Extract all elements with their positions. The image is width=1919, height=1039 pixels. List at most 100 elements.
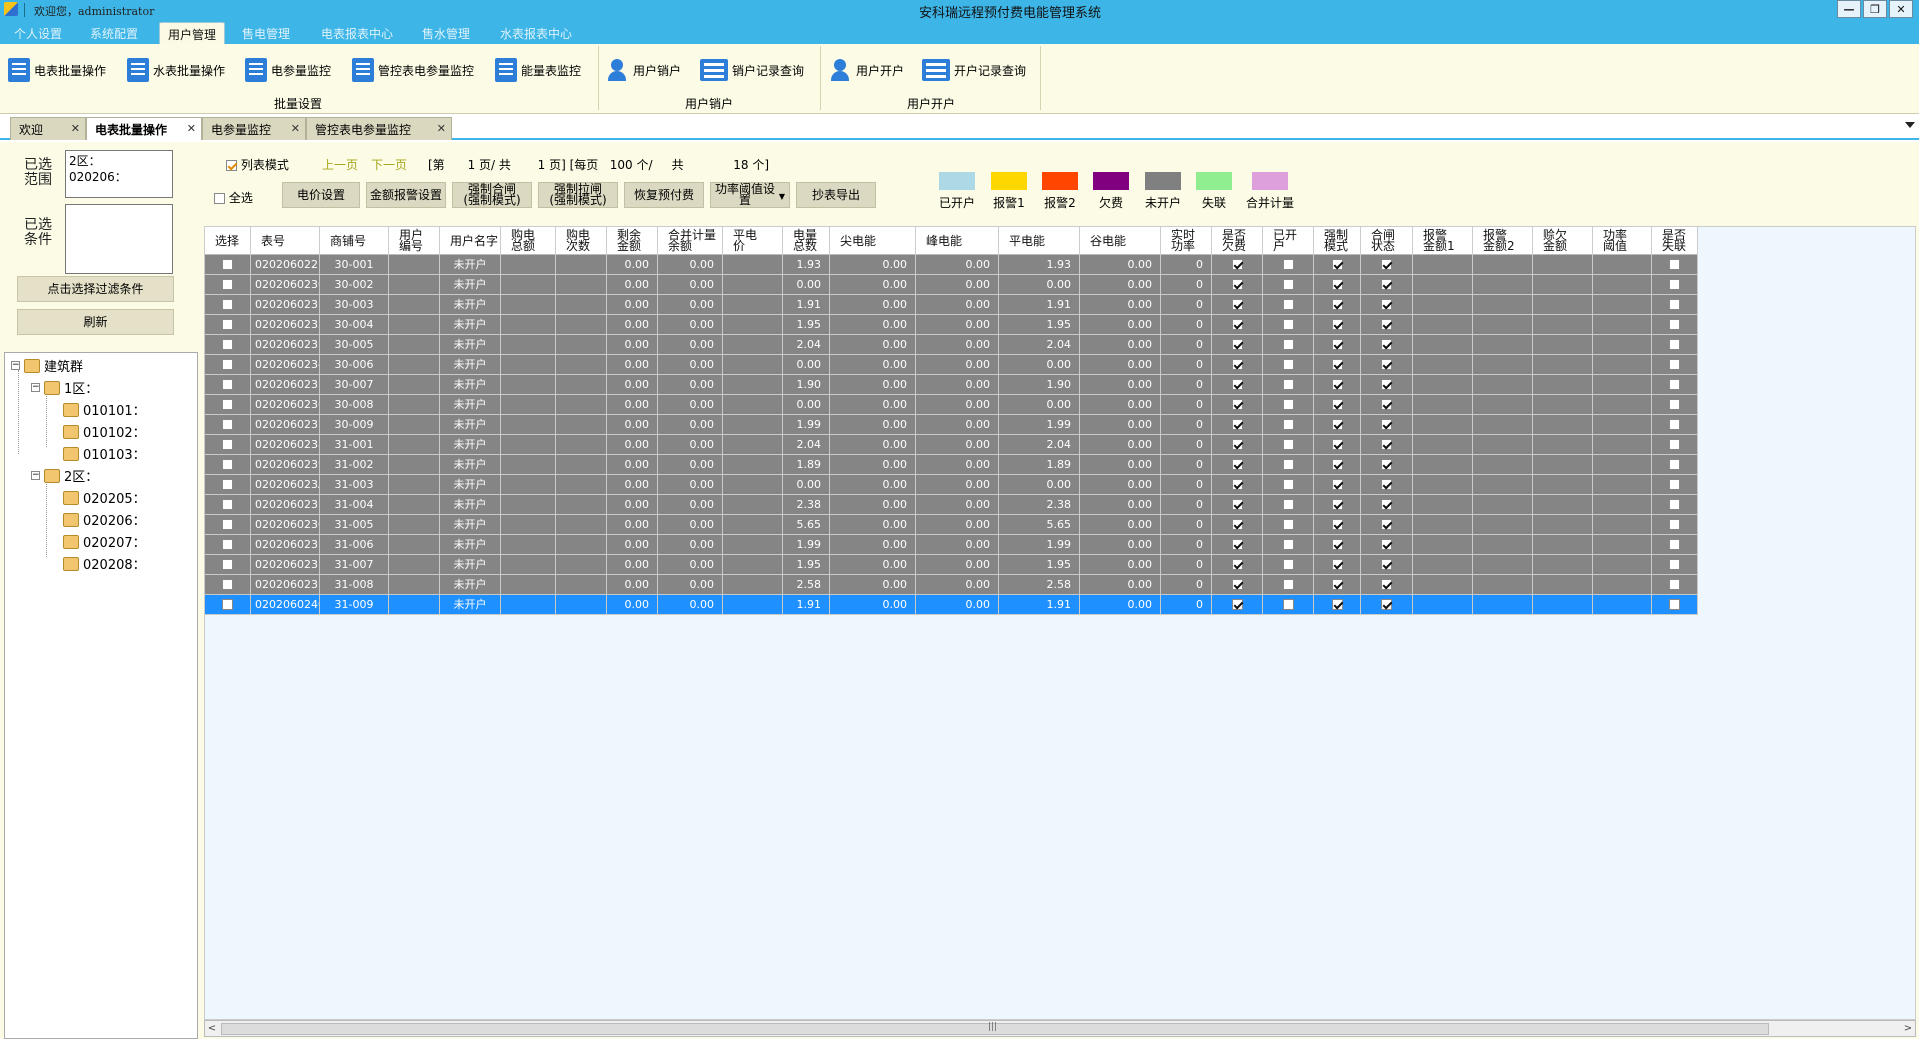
row-select-checkbox[interactable] <box>222 278 233 290</box>
doc-tab-param-monitor[interactable]: 电参量监控 ✕ <box>202 117 306 140</box>
table-row[interactable]: 0202060240 31-009 未开户 0.00 0.00 1.91 0.00 0.00 1… <box>205 595 1698 615</box>
row-select-checkbox[interactable] <box>222 318 233 330</box>
column-header[interactable]: 峰电能 <box>916 227 999 255</box>
price-setting-button[interactable]: 电价设置 <box>282 182 360 208</box>
table-row[interactable]: 0202060234 30-006 未开户 0.00 0.00 0.00 0.00 0.00 0… <box>205 355 1698 375</box>
column-header[interactable]: 购电 总额 <box>501 227 556 255</box>
column-header[interactable]: 平电 价 <box>723 227 783 255</box>
scroll-left-icon[interactable]: < <box>205 1021 219 1036</box>
tree-node-zone2[interactable]: − 2区： <box>31 466 98 485</box>
menu-tab-power-sales[interactable]: 售电管理 <box>234 22 298 44</box>
row-select-checkbox[interactable] <box>222 378 233 390</box>
row-select-checkbox[interactable] <box>222 418 233 430</box>
row-select-checkbox[interactable] <box>222 598 233 610</box>
menu-tab-water-reports[interactable]: 水表报表中心 <box>492 22 580 44</box>
doc-tab-control-meter-monitor[interactable]: 管控表电参量监控 ✕ <box>306 117 452 140</box>
tree-node-020208[interactable]: 020208： <box>63 554 146 573</box>
column-header[interactable]: 选择 <box>205 227 251 255</box>
select-all-toggle[interactable]: 全选 <box>214 189 253 206</box>
meter-reading-export-button[interactable]: 抄表导出 <box>796 182 876 208</box>
table-row[interactable]: 020206023D 31-006 未开户 0.00 0.00 1.99 0.00 0.00 1… <box>205 535 1698 555</box>
force-close-button[interactable]: 强制合闸 (强制模式) <box>452 182 532 208</box>
column-header[interactable]: 用户名字 <box>440 227 501 255</box>
scroll-right-icon[interactable]: > <box>1901 1021 1915 1036</box>
amount-alarm-setting-button[interactable]: 金额报警设置 <box>366 182 446 208</box>
column-header[interactable]: 购电 次数 <box>556 227 607 255</box>
tree-node-010102[interactable]: 010102： <box>63 422 146 441</box>
menu-tab-user-management[interactable]: 用户管理 <box>159 22 226 44</box>
meter-batch-button[interactable]: 电表批量操作 <box>8 57 106 83</box>
row-select-checkbox[interactable] <box>222 298 233 310</box>
open-records-button[interactable]: 开户记录查询 <box>922 57 1026 83</box>
table-row[interactable]: 020206023E 31-007 未开户 0.00 0.00 1.95 0.00 0.00 1… <box>205 555 1698 575</box>
tree-node-zone1[interactable]: − 1区： <box>31 378 98 397</box>
row-select-checkbox[interactable] <box>222 558 233 570</box>
column-header[interactable]: 实时 功率 <box>1161 227 1212 255</box>
select-all-checkbox[interactable] <box>214 193 225 204</box>
list-mode-toggle[interactable]: 列表模式 <box>226 156 289 173</box>
table-row[interactable]: 020206023F 31-008 未开户 0.00 0.00 2.58 0.00 0.00 2… <box>205 575 1698 595</box>
column-header[interactable]: 尖电能 <box>830 227 916 255</box>
tree-node-root[interactable]: − 建筑群 <box>11 356 83 375</box>
menu-tab-water-sales[interactable]: 售水管理 <box>414 22 478 44</box>
restore-prepaid-button[interactable]: 恢复预付费 <box>624 182 704 208</box>
collapse-icon[interactable]: − <box>11 361 20 370</box>
energy-monitor-button[interactable]: 能量表监控 <box>495 57 581 83</box>
row-select-checkbox[interactable] <box>222 478 233 490</box>
water-batch-button[interactable]: 水表批量操作 <box>127 57 225 83</box>
table-row[interactable]: 0202060233 30-005 未开户 0.00 0.00 2.04 0.00 0.00 2… <box>205 335 1698 355</box>
column-header[interactable]: 商铺号 <box>320 227 389 255</box>
filter-conditions-button[interactable]: 点击选择过滤条件 <box>17 276 174 302</box>
close-icon[interactable]: ✕ <box>1889 0 1913 18</box>
column-header[interactable]: 谷电能 <box>1080 227 1161 255</box>
column-header[interactable]: 赊欠 金额 <box>1533 227 1593 255</box>
table-row[interactable]: 0202060232 30-004 未开户 0.00 0.00 1.95 0.00 0.00 1… <box>205 315 1698 335</box>
table-row[interactable]: 0202060239 31-002 未开户 0.00 0.00 1.89 0.00 0.00 1… <box>205 455 1698 475</box>
row-select-checkbox[interactable] <box>222 538 233 550</box>
prev-page-link[interactable]: 上一页 <box>322 156 358 173</box>
minimize-icon[interactable]: — <box>1837 0 1861 18</box>
table-row[interactable]: 020206023B 31-004 未开户 0.00 0.00 2.38 0.00 0.00 2… <box>205 495 1698 515</box>
table-row[interactable]: 0202060236 30-008 未开户 0.00 0.00 0.00 0.00 0.00 0… <box>205 395 1698 415</box>
tree-node-020205[interactable]: 020205： <box>63 488 146 507</box>
table-row[interactable]: 020206023A 31-003 未开户 0.00 0.00 0.00 0.00 0.00 0… <box>205 475 1698 495</box>
doc-tab-meter-batch[interactable]: 电表批量操作 ✕ <box>86 117 202 140</box>
row-select-checkbox[interactable] <box>222 438 233 450</box>
cancel-account-button[interactable]: 用户销户 <box>607 57 681 83</box>
control-meter-monitor-button[interactable]: 管控表电参量监控 <box>352 57 474 83</box>
column-header[interactable]: 是否 欠费 <box>1212 227 1263 255</box>
power-threshold-button[interactable]: 功率阈值设 置 ▼ <box>710 182 790 208</box>
collapse-icon[interactable]: − <box>31 471 40 480</box>
table-row[interactable]: 0202060231 30-003 未开户 0.00 0.00 1.91 0.00 0.00 1… <box>205 295 1698 315</box>
open-account-button[interactable]: 用户开户 <box>830 57 904 83</box>
next-page-link[interactable]: 下一页 <box>371 156 407 173</box>
close-tab-icon[interactable]: ✕ <box>187 122 196 135</box>
menu-tab-system[interactable]: 系统配置 <box>82 22 146 44</box>
cancel-records-button[interactable]: 销户记录查询 <box>700 57 804 83</box>
row-select-checkbox[interactable] <box>222 498 233 510</box>
menu-tab-personal[interactable]: 个人设置 <box>6 22 70 44</box>
column-header[interactable]: 合闸 状态 <box>1361 227 1413 255</box>
param-monitor-button[interactable]: 电参量监控 <box>245 57 331 83</box>
row-select-checkbox[interactable] <box>222 398 233 410</box>
column-header[interactable]: 强制 模式 <box>1314 227 1361 255</box>
table-row[interactable]: 0202060238 31-001 未开户 0.00 0.00 2.04 0.00 0.00 2… <box>205 435 1698 455</box>
column-header[interactable]: 报警 金额1 <box>1413 227 1473 255</box>
tree-node-020206[interactable]: 020206： <box>63 510 146 529</box>
column-header[interactable]: 已开 户 <box>1263 227 1314 255</box>
horizontal-scrollbar[interactable]: < ||| > <box>204 1020 1916 1037</box>
column-header[interactable]: 用户 编号 <box>389 227 440 255</box>
row-select-checkbox[interactable] <box>222 258 233 270</box>
close-tab-icon[interactable]: ✕ <box>291 122 300 135</box>
row-select-checkbox[interactable] <box>222 458 233 470</box>
collapse-icon[interactable]: − <box>31 383 40 392</box>
force-open-button[interactable]: 强制拉闸 (强制模式) <box>538 182 618 208</box>
table-row[interactable]: 020206022F 30-001 未开户 0.00 0.00 1.93 0.00 0.00 1… <box>205 255 1698 275</box>
column-header[interactable]: 功率 阈值 <box>1593 227 1652 255</box>
row-select-checkbox[interactable] <box>222 338 233 350</box>
column-header[interactable]: 剩余 金额 <box>607 227 658 255</box>
table-row[interactable]: 0202060230 30-002 未开户 0.00 0.00 0.00 0.00 0.00 0… <box>205 275 1698 295</box>
column-header[interactable]: 平电能 <box>999 227 1080 255</box>
tree-node-020207[interactable]: 020207： <box>63 532 146 551</box>
row-select-checkbox[interactable] <box>222 518 233 530</box>
